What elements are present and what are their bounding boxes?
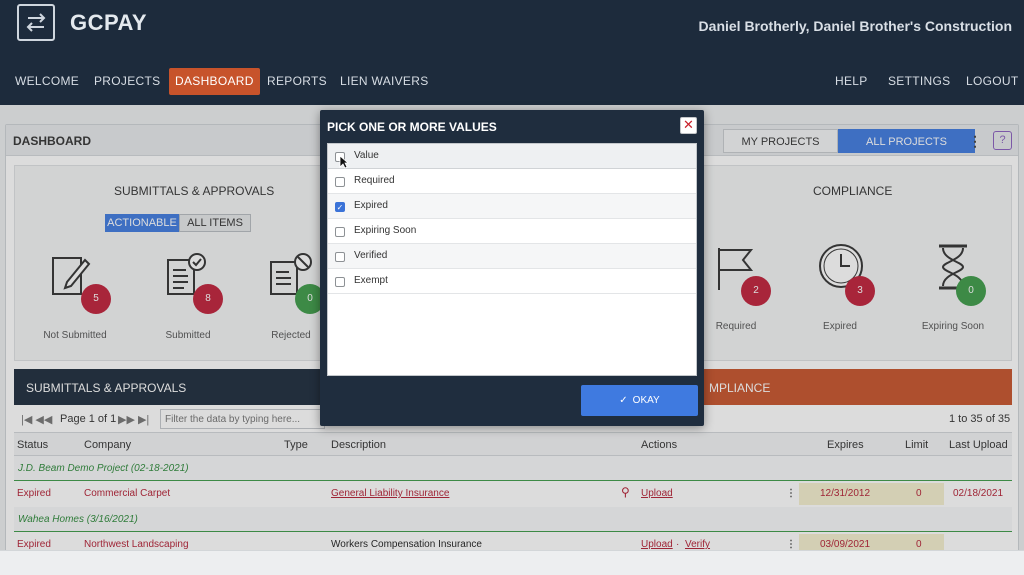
nav-help[interactable]: HELP <box>835 68 868 95</box>
okay-label: OKAY <box>632 395 660 406</box>
close-icon[interactable]: ✕ <box>680 117 697 134</box>
option-expiring-soon[interactable]: Expiring Soon <box>328 219 696 244</box>
option-checkbox[interactable] <box>335 177 345 187</box>
option-required[interactable]: Required <box>328 169 696 194</box>
option-label: Expiring Soon <box>354 225 417 236</box>
nav-projects[interactable]: PROJECTS <box>94 68 160 95</box>
app-name: GCPAY <box>70 10 148 35</box>
pick-values-dialog: PICK ONE OR MORE VALUES ✕ Value Required… <box>320 110 704 426</box>
okay-button[interactable]: ✓ OKAY <box>581 385 698 416</box>
nav-welcome[interactable]: WELCOME <box>15 68 79 95</box>
option-verified[interactable]: Verified <box>328 244 696 269</box>
dialog-title: PICK ONE OR MORE VALUES <box>327 120 497 134</box>
option-label: Verified <box>354 250 388 261</box>
gcpay-logo-icon[interactable] <box>17 4 55 41</box>
option-checkbox[interactable] <box>335 252 345 262</box>
value-list: Value Required ✓ Expired Expiring Soon V… <box>327 143 697 376</box>
option-label: Expired <box>354 200 388 211</box>
bottom-strip <box>0 550 1024 575</box>
nav-reports[interactable]: REPORTS <box>267 68 327 95</box>
nav-dashboard[interactable]: DASHBOARD <box>169 68 260 95</box>
mouse-cursor-icon <box>339 155 349 169</box>
option-exempt[interactable]: Exempt <box>328 269 696 294</box>
option-checkbox[interactable] <box>335 277 345 287</box>
nav-lien-waivers[interactable]: LIEN WAIVERS <box>340 68 429 95</box>
option-checkbox[interactable]: ✓ <box>335 202 345 212</box>
value-header: Value <box>354 150 379 161</box>
select-all-row[interactable]: Value <box>328 144 696 169</box>
option-label: Required <box>354 175 395 186</box>
option-expired[interactable]: ✓ Expired <box>328 194 696 219</box>
option-label: Exempt <box>354 275 388 286</box>
top-bar: GCPAY Daniel Brotherly, Daniel Brother's… <box>0 0 1024 105</box>
user-name[interactable]: Daniel Brotherly, Daniel Brother's Const… <box>699 18 1012 34</box>
option-checkbox[interactable] <box>335 227 345 237</box>
nav-logout[interactable]: LOGOUT <box>966 68 1018 95</box>
check-icon: ✓ <box>619 395 628 406</box>
nav-settings[interactable]: SETTINGS <box>888 68 950 95</box>
